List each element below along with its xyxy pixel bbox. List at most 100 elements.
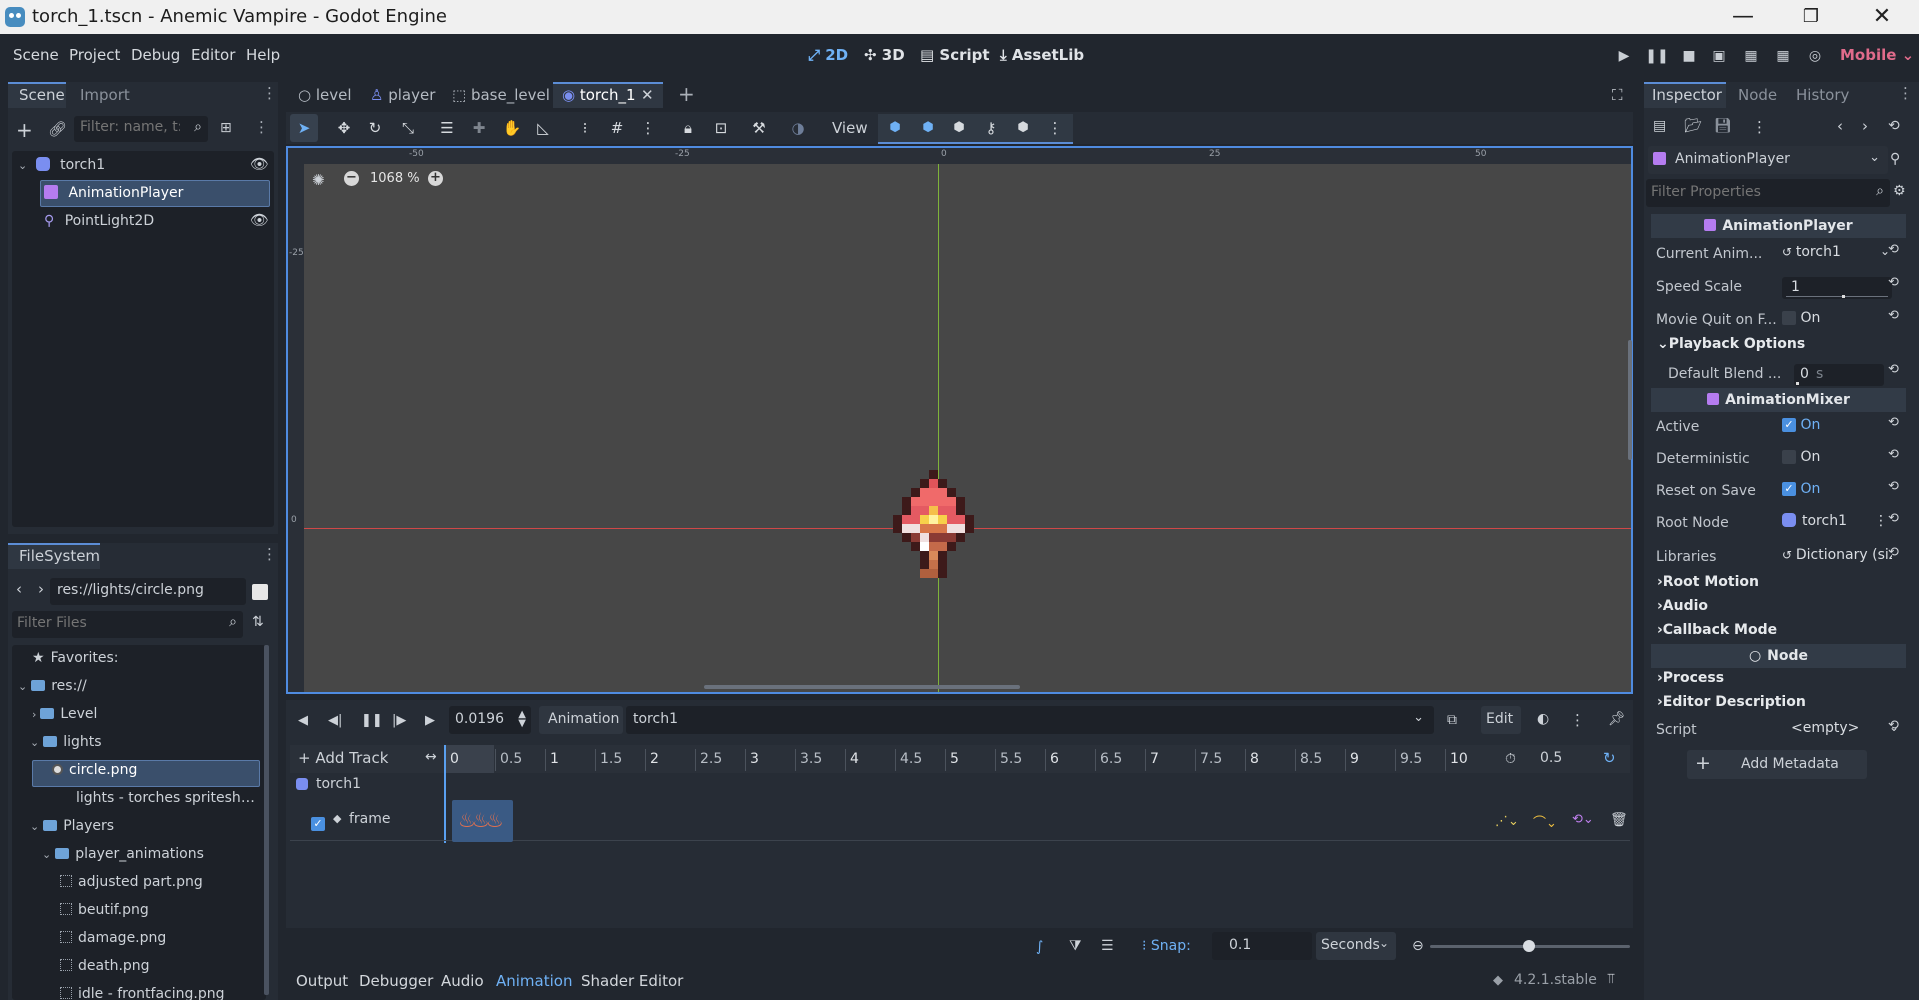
menu-debug[interactable]: Debug <box>131 46 180 64</box>
scene-node-row[interactable]: ⚲ PointLight2D <box>44 208 154 234</box>
add-tab-icon[interactable]: + <box>678 82 695 106</box>
maximize-button[interactable]: ❐ <box>1791 2 1831 32</box>
speed-scale-grabber[interactable] <box>1842 295 1845 298</box>
distraction-free-icon[interactable]: ⛶ <box>1612 86 1623 104</box>
tab-player[interactable]: ♙ player <box>370 86 435 104</box>
history-forward-icon[interactable]: › <box>1862 117 1868 135</box>
file-tree-item[interactable]: damage.png <box>60 925 166 951</box>
revert-icon[interactable]: ⟲ <box>1888 275 1899 290</box>
revert-icon[interactable]: ⟲ <box>1888 447 1899 462</box>
camera-override-icon[interactable]: ◑ <box>787 117 809 139</box>
workspace-assetlib[interactable]: ⤓ AssetLib <box>1000 46 1084 64</box>
file-tree-item[interactable]: ⌄ lights <box>30 729 102 755</box>
bezier-icon[interactable]: ∫ <box>1036 939 1043 955</box>
tab-output[interactable]: Output <box>296 972 348 990</box>
add-track-button[interactable]: + Add Track <box>298 749 388 767</box>
play-backwards-end-icon[interactable]: ◀ <box>298 713 308 728</box>
speed-scale-field[interactable]: 1 <box>1782 277 1892 299</box>
forward-icon[interactable]: › <box>38 580 44 598</box>
revert-icon[interactable]: ⟲ <box>1888 415 1899 430</box>
pivot-tool-icon[interactable]: ✚ <box>468 117 490 139</box>
interpolation-icon[interactable]: ⋰⌄ <box>1495 814 1519 829</box>
ruler-tool-icon[interactable]: ◺ <box>532 117 554 139</box>
workspace-3d[interactable]: ✣ 3D <box>864 46 905 64</box>
animation-select[interactable]: torch1 ⌄ <box>626 706 1434 734</box>
group-icon[interactable]: ⊡ <box>710 117 732 139</box>
play-forward-icon[interactable]: |▶ <box>392 713 406 728</box>
zoom-level[interactable]: 1068 % <box>370 171 420 186</box>
save-icon[interactable]: 💾︎ <box>1714 118 1732 134</box>
scene-filter-field[interactable]: ⌕ <box>74 116 208 142</box>
animation-length[interactable]: 0.5 <box>1540 750 1562 766</box>
tab-animation[interactable]: Animation <box>496 972 572 990</box>
path-field[interactable]: res://lights/circle.png <box>50 578 246 605</box>
active-checkbox[interactable]: On <box>1782 417 1892 439</box>
snap-toggle[interactable]: ⁝ Snap: <box>1142 938 1191 954</box>
open-folder-icon[interactable]: 📂︎ <box>1684 118 1702 134</box>
current-animation-select[interactable]: ↺ torch1 ⌄ <box>1782 244 1892 266</box>
default-blend-field[interactable]: 0 s <box>1794 364 1884 386</box>
filter-files-field[interactable]: ⌕ <box>12 611 243 638</box>
speed-scale-slider[interactable] <box>1786 296 1888 297</box>
file-tree-item[interactable]: adjusted part.png <box>60 869 203 895</box>
panel-toggle-icon[interactable]: ⫪ <box>1607 971 1615 987</box>
list-select-icon[interactable]: ☰ <box>436 117 458 139</box>
animation-more-icon[interactable]: ⋮ <box>1570 711 1585 729</box>
play-end-icon[interactable]: ▶ <box>425 713 435 728</box>
scene-dock-more-icon[interactable]: ⋮ <box>254 118 269 136</box>
history-back-icon[interactable]: ‹ <box>1837 117 1843 135</box>
add-node-icon[interactable]: + <box>16 118 33 142</box>
key-position-icon[interactable]: ⬢ <box>884 117 906 139</box>
pause-icon[interactable]: ❚❚ <box>1645 45 1669 67</box>
tab-level[interactable]: ○ level <box>298 86 352 104</box>
edit-button[interactable]: Edit <box>1481 706 1521 734</box>
visibility-eye-icon[interactable]: 👁︎ <box>250 211 269 229</box>
libraries-field[interactable]: ↺ Dictionary (siz <box>1782 547 1892 569</box>
dock-menu-icon[interactable]: ⋮ <box>1898 84 1913 102</box>
sort-icon[interactable]: ⇅ <box>252 614 264 630</box>
menu-scene[interactable]: Scene <box>13 46 59 64</box>
movie-maker-icon[interactable]: ◎ <box>1803 45 1827 67</box>
doc-help-icon[interactable]: ⚲ <box>1890 151 1900 167</box>
file-tree-item[interactable]: › Level <box>32 701 97 727</box>
workspace-script[interactable]: ▤ Script <box>920 46 990 64</box>
loop-mode-icon[interactable]: ⟲⌄ <box>1572 812 1594 827</box>
visibility-eye-icon[interactable]: 👁︎ <box>250 155 269 173</box>
close-tab-icon[interactable]: ✕ <box>641 86 654 104</box>
script-field[interactable]: <empty> ⌄ <box>1791 720 1901 742</box>
tab-history[interactable]: History <box>1796 86 1849 104</box>
renderer-select[interactable]: Mobile ⌄ <box>1840 46 1914 64</box>
smart-snap-icon[interactable]: ⁝ <box>574 117 596 139</box>
onion-skin-icon[interactable]: ◐ <box>1537 711 1549 727</box>
file-tree-item[interactable]: ⌄ Players <box>30 813 114 839</box>
scale-tool-icon[interactable]: ⤡ <box>397 117 419 139</box>
revert-icon[interactable]: ⟲ <box>1888 362 1899 377</box>
loop-icon[interactable]: ↻ <box>1603 749 1616 767</box>
file-tree-item[interactable]: beutif.png <box>60 897 149 923</box>
workspace-2d[interactable]: ⤢ 2D <box>808 46 848 64</box>
movie-quit-checkbox[interactable]: On <box>1782 310 1892 332</box>
revert-icon[interactable]: ⟲ <box>1888 479 1899 494</box>
filter-icon[interactable]: ⧩ <box>1069 938 1082 954</box>
zoom-in-icon[interactable]: + <box>428 171 443 186</box>
inspected-object-select[interactable]: AnimationPlayer ⌄ <box>1648 146 1888 174</box>
revert-icon[interactable]: ⟲ <box>1888 308 1899 323</box>
tab-node[interactable]: Node <box>1738 86 1777 104</box>
stop-icon[interactable]: ■ <box>1677 45 1701 67</box>
lock-icon[interactable]: 🔒︎ <box>677 117 699 139</box>
resize-handle-icon[interactable]: ↔ <box>425 749 437 765</box>
minimize-button[interactable]: — <box>1723 2 1763 32</box>
scene-filter-input[interactable] <box>80 119 180 135</box>
key-rotation-icon[interactable]: ⬢ <box>917 117 939 139</box>
keyframe-preview[interactable]: ♨♨♨ <box>452 800 513 842</box>
default-blend-grabber[interactable] <box>1796 382 1799 385</box>
revert-icon[interactable]: ⟲ <box>1888 545 1899 560</box>
snap-value-field[interactable]: 0.1 <box>1212 932 1312 960</box>
menu-help[interactable]: Help <box>246 46 280 64</box>
remote-debug-icon[interactable]: ▣ <box>1707 45 1731 67</box>
tab-import[interactable]: Import <box>80 86 130 104</box>
move-tool-icon[interactable]: ✥ <box>333 117 355 139</box>
filter-properties-field[interactable]: ⌕ <box>1646 179 1890 207</box>
deterministic-checkbox[interactable]: On <box>1782 449 1892 471</box>
file-tree-item[interactable]: lights - torches spritesheet.png <box>76 785 262 811</box>
